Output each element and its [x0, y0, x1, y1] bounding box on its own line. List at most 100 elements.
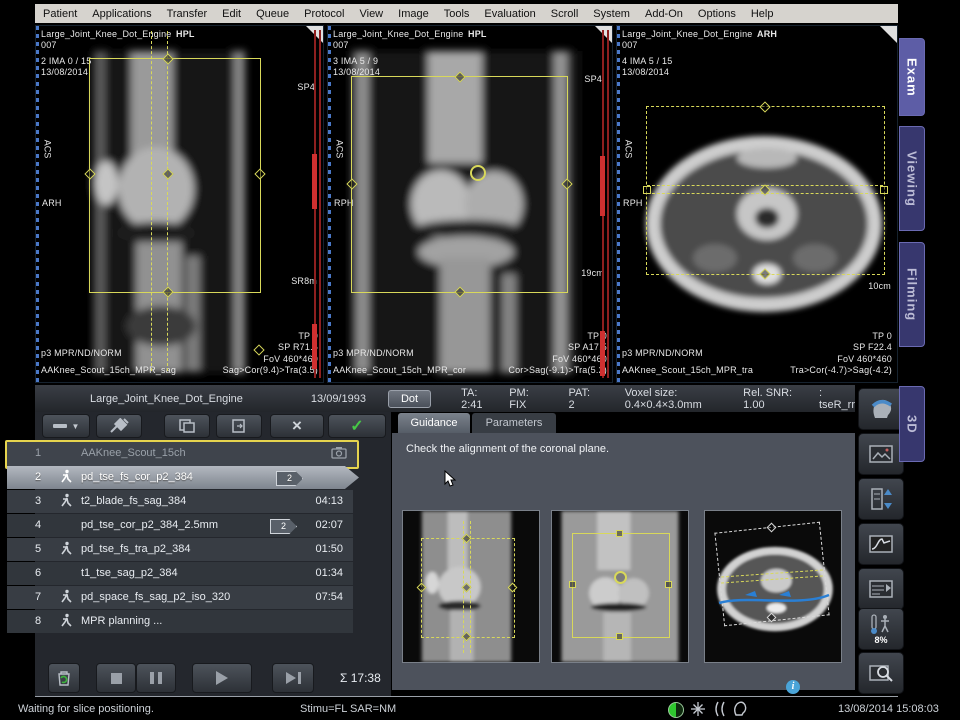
measurement-progress-icon: [668, 702, 684, 718]
menu-queue[interactable]: Queue: [256, 8, 289, 20]
layout-button[interactable]: [858, 568, 904, 610]
tab-filming[interactable]: Filming: [899, 242, 925, 347]
queue-row-scout[interactable]: 1 AAKnee_Scout_15ch: [5, 440, 359, 469]
pause-icon: [150, 672, 154, 684]
table-position-button[interactable]: [858, 478, 904, 520]
drag-handle[interactable]: [643, 186, 651, 194]
inject-contrast-button[interactable]: [96, 414, 142, 438]
menu-protocol[interactable]: Protocol: [304, 8, 344, 20]
queue-row[interactable]: 5 pd_tse_fs_tra_p2_384 01:50: [7, 538, 353, 561]
row-number: 7: [35, 591, 41, 603]
table-position: TP 0: [508, 331, 607, 342]
row-number: 5: [35, 543, 41, 555]
rotation-handle[interactable]: [470, 165, 486, 181]
status-bar: Waiting for slice positioning. Stimu=FL …: [0, 699, 960, 720]
tab-3d[interactable]: 3D: [899, 386, 925, 462]
patient-table-arrows-icon: [868, 486, 894, 512]
viewport-coronal[interactable]: Large_Joint_Knee_Dot_Engine 007 3 IMA 5 …: [327, 25, 613, 383]
menu-help[interactable]: Help: [751, 8, 774, 20]
menu-image[interactable]: Image: [398, 8, 429, 20]
append-sheet-button[interactable]: [216, 414, 262, 438]
start-measurement-button[interactable]: [192, 663, 252, 693]
row-number: 2: [35, 471, 41, 483]
row-number: 3: [35, 495, 41, 507]
queue-row[interactable]: 7 pd_space_fs_sag_p2_iso_320 07:54: [7, 586, 353, 609]
slice-group-box[interactable]: [351, 76, 568, 293]
cancel-button[interactable]: ×: [270, 414, 324, 438]
menu-edit[interactable]: Edit: [222, 8, 241, 20]
sequence-duration: 04:13: [315, 495, 343, 507]
patient-talk-icon: [712, 701, 732, 717]
patient-registration-button[interactable]: [858, 388, 904, 430]
menu-addon[interactable]: Add-On: [645, 8, 683, 20]
menu-system[interactable]: System: [593, 8, 630, 20]
slice-group-box[interactable]: [89, 58, 261, 293]
guidance-thumb-sagittal: [402, 510, 540, 663]
tab-parameters[interactable]: Parameters: [472, 413, 556, 433]
slice-line[interactable]: [167, 31, 168, 371]
slice-position: SP F22.4: [790, 342, 892, 353]
skip-button[interactable]: [272, 663, 314, 693]
tab-guidance[interactable]: Guidance: [398, 413, 470, 433]
apply-button[interactable]: ✓: [328, 414, 386, 438]
queue-row[interactable]: 3 t2_blade_fs_sag_384 04:13: [7, 490, 353, 513]
slice-line[interactable]: [151, 31, 152, 371]
queue-row[interactable]: 4 pd_tse_cor_p2_384_2.5mm 2 02:07: [7, 514, 353, 537]
sequence-duration: 01:34: [315, 567, 343, 579]
total-scan-time: Σ 17:38: [340, 671, 381, 685]
sequence-name: MPR planning ...: [81, 615, 162, 627]
guidance-thumb-coronal: [551, 510, 689, 663]
tab-exam[interactable]: Exam: [899, 38, 925, 116]
info-icon[interactable]: i: [786, 680, 800, 694]
minus-icon: [53, 424, 67, 428]
thumb-slab-box: [572, 533, 670, 638]
delete-queue-button[interactable]: [48, 663, 80, 693]
stacked-sheets-icon: [178, 418, 196, 434]
menu-tools[interactable]: Tools: [444, 8, 470, 20]
patient-listen-icon: [732, 701, 748, 717]
windowing-button[interactable]: [858, 523, 904, 565]
menu-view[interactable]: View: [359, 8, 383, 20]
menu-options[interactable]: Options: [698, 8, 736, 20]
menu-applications[interactable]: Applications: [92, 8, 151, 20]
drag-handle[interactable]: [880, 186, 888, 194]
row-number: 8: [35, 615, 41, 627]
menu-patient[interactable]: Patient: [43, 8, 77, 20]
image-counter: 4 IMA 5 / 15: [622, 56, 753, 67]
camera-icon: [331, 446, 347, 462]
syringe-icon: [109, 418, 129, 434]
tab-viewing[interactable]: Viewing: [899, 126, 925, 231]
guidance-panel: Check the alignment of the coronal plane…: [392, 433, 855, 690]
sequence-name: pd_space_fs_sag_p2_iso_320: [81, 591, 230, 603]
queue-row[interactable]: 6 t1_tse_sag_p2_384 01:34: [7, 562, 353, 585]
fov-label: FoV 460*460: [508, 354, 607, 365]
system-datetime: 13/08/2014 15:08:03: [838, 703, 939, 715]
dot-engine-button[interactable]: Dot: [388, 390, 431, 408]
stop-button[interactable]: [96, 663, 136, 693]
image-search-button[interactable]: [858, 652, 904, 694]
menu-scroll[interactable]: Scroll: [551, 8, 579, 20]
sequence-type: : tseR_rr: [819, 387, 855, 411]
study-name: Large_Joint_Knee_Dot_Engine: [622, 29, 753, 40]
menu-evaluation[interactable]: Evaluation: [484, 8, 535, 20]
queue-row-selected[interactable]: 2 pd_tse_fs_cor_p2_384 2: [7, 466, 359, 489]
series-description: AAKnee_Scout_15ch_MPR_sag: [41, 365, 176, 376]
sequence-duration: 07:54: [315, 591, 343, 603]
processing-label: p3 MPR/ND/NORM: [622, 348, 753, 359]
viewport-sagittal[interactable]: Large_Joint_Knee_Dot_Engine 007 2 IMA 0 …: [35, 25, 324, 383]
queue-dropdown-button[interactable]: ▼: [42, 414, 90, 438]
sar-monitor-button[interactable]: 8%: [858, 608, 904, 650]
copy-references-button[interactable]: [164, 414, 210, 438]
acquisition-time: TA: 2:41: [461, 387, 493, 411]
pause-button[interactable]: [136, 663, 176, 693]
row-number: 6: [35, 567, 41, 579]
range-segment: [600, 331, 605, 376]
image-corner-menu[interactable]: [880, 26, 897, 43]
viewport-axial[interactable]: Large_Joint_Knee_Dot_Engine 007 4 IMA 5 …: [616, 25, 898, 383]
running-person-icon: [59, 589, 75, 605]
mouse-cursor: [444, 470, 458, 488]
queue-row[interactable]: 8 MPR planning ...: [7, 610, 353, 633]
menu-transfer[interactable]: Transfer: [167, 8, 208, 20]
image-review-button[interactable]: [858, 433, 904, 475]
thumb-rotation-handle: [614, 571, 627, 584]
